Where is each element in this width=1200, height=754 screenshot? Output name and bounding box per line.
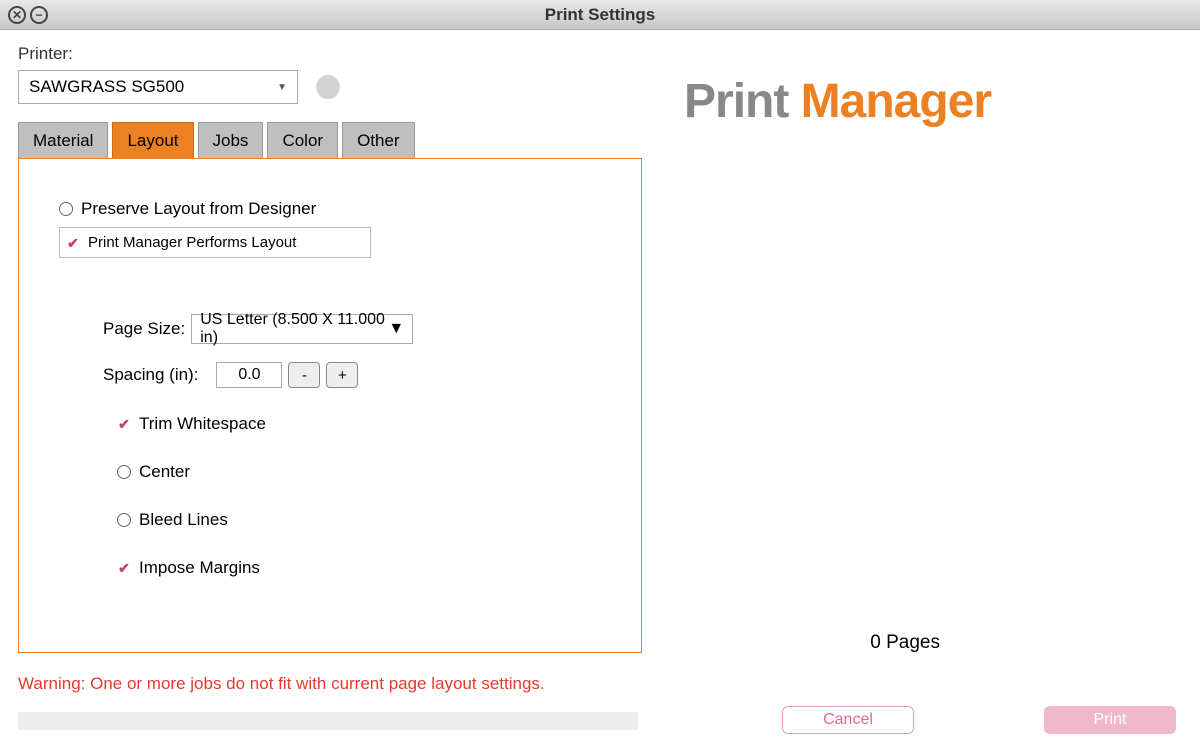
progress-bar [18,712,638,730]
spacing-label: Spacing (in): [103,365,198,385]
titlebar: ✕ − Print Settings [0,0,1200,30]
pages-count: 0 Pages [870,632,940,654]
tab-material[interactable]: Material [18,122,108,158]
tab-color[interactable]: Color [267,122,338,158]
close-icon[interactable]: ✕ [8,6,26,24]
chevron-down-icon: ▼ [277,82,287,93]
printer-selected-value: SAWGRASS SG500 [29,77,184,97]
spacing-decrement-button[interactable]: - [288,362,320,388]
tab-layout[interactable]: Layout [112,122,193,158]
logo-text-b: Manager [801,75,991,128]
option-impose-margins[interactable]: Impose Margins [117,558,601,578]
radio-unchecked-icon [117,465,131,479]
page-size-label: Page Size: [103,319,185,339]
option-trim-whitespace[interactable]: Trim Whitespace [117,414,601,434]
option-margins-label: Impose Margins [139,558,260,578]
radio-unchecked-icon [59,202,73,216]
window-title: Print Settings [0,5,1200,25]
radio-unchecked-icon [117,513,131,527]
spacing-increment-button[interactable]: + [326,362,358,388]
print-button[interactable]: Print [1044,706,1176,734]
tab-jobs[interactable]: Jobs [198,122,264,158]
option-bleed-lines[interactable]: Bleed Lines [117,510,601,530]
radio-preserve-layout[interactable]: Preserve Layout from Designer [59,199,601,219]
radio-perform-label: Print Manager Performs Layout [88,234,296,251]
radio-preserve-label: Preserve Layout from Designer [81,199,316,219]
chevron-down-icon: ▼ [388,320,404,338]
tabs: Material Layout Jobs Color Other [18,122,642,158]
printer-label: Printer: [18,44,642,64]
spacing-input[interactable] [216,362,282,388]
page-size-value: US Letter (8.500 X 11.000 in) [200,311,388,347]
checkmark-icon [117,417,131,431]
minimize-icon[interactable]: − [30,6,48,24]
option-center[interactable]: Center [117,462,601,482]
cancel-button[interactable]: Cancel [782,706,914,734]
layout-panel: Preserve Layout from Designer Print Mana… [18,158,642,653]
logo-text-a: Print [684,75,801,128]
app-logo: Print Manager [684,74,1176,129]
radio-perform-layout[interactable]: Print Manager Performs Layout [59,227,371,258]
tab-other[interactable]: Other [342,122,415,158]
option-center-label: Center [139,462,190,482]
page-size-select[interactable]: US Letter (8.500 X 11.000 in) ▼ [191,314,413,344]
option-trim-label: Trim Whitespace [139,414,266,434]
checkmark-icon [66,236,80,250]
warning-message: Warning: One or more jobs do not fit wit… [0,674,563,694]
option-bleed-label: Bleed Lines [139,510,228,530]
printer-status-dot [316,75,340,99]
checkmark-icon [117,561,131,575]
printer-select[interactable]: SAWGRASS SG500 ▼ [18,70,298,104]
